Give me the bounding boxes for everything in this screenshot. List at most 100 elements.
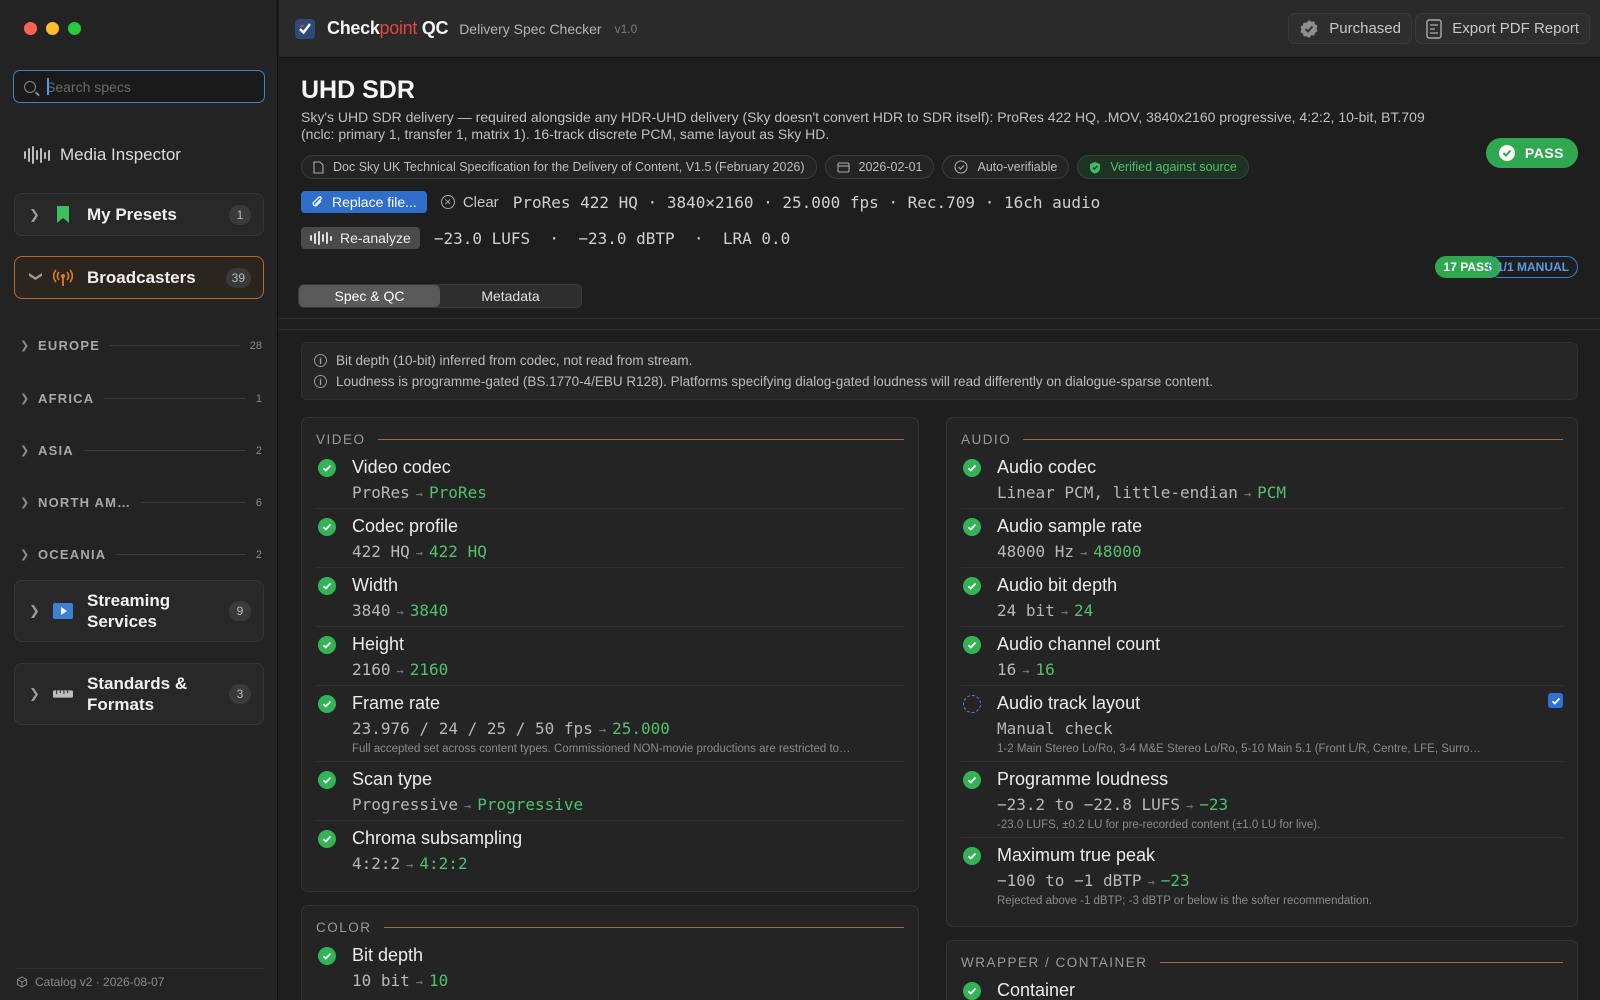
my-presets-group[interactable]: ❯ My Presets 1: [14, 193, 264, 236]
check-note: Rejected above -1 dBTP; -3 dBTP or below…: [997, 895, 1373, 907]
standards-formats-label: Standards & Formats: [87, 674, 188, 714]
region-asia[interactable]: ❯ ASIA 2: [20, 443, 262, 458]
file-summary: ProRes 422 HQ · 3840×2160 · 25.000 fps ·…: [512, 192, 1101, 212]
check-values: −23.2 to −22.8 LUFS → −23: [997, 795, 1537, 814]
pass-check-icon: [963, 771, 981, 789]
purchased-button[interactable]: Purchased: [1288, 13, 1412, 44]
check-item: Audio channel count 16 → 16: [961, 634, 1563, 686]
expected-value: 422 HQ: [429, 542, 487, 561]
check-name: Codec profile: [352, 516, 459, 536]
manual-confirm-checkbox[interactable]: [1548, 693, 1563, 708]
note-item: i Bit depth (10-bit) inferred from codec…: [314, 350, 1565, 371]
search-box[interactable]: [13, 70, 265, 103]
arrow-right-icon: →: [415, 975, 424, 989]
wrapper-section: WRAPPER / CONTAINER Container: [946, 940, 1578, 1000]
info-icon: i: [314, 354, 327, 367]
check-name: Audio codec: [997, 457, 1097, 477]
broadcasters-group[interactable]: ❯ Broadcasters 39: [14, 256, 264, 299]
pass-check-icon: [318, 459, 336, 477]
document-icon: [313, 160, 324, 174]
streaming-services-group[interactable]: ❯ Streaming Services 9: [14, 580, 264, 642]
check-item-body: Height 2160 → 2160: [352, 634, 448, 679]
manual-count-badge[interactable]: 1/1 MANUAL: [1487, 256, 1578, 278]
chevron-right-icon: ❯: [20, 549, 30, 561]
pass-check-icon: [318, 695, 336, 713]
pass-check-icon: [963, 518, 981, 536]
arrow-right-icon: →: [396, 664, 404, 678]
section-header: WRAPPER / CONTAINER: [961, 955, 1563, 970]
media-inspector-link[interactable]: Media Inspector: [24, 145, 181, 165]
pass-check-icon: [318, 518, 336, 536]
tab-spec-qc[interactable]: Spec & QC: [299, 285, 440, 307]
check-item: Audio bit depth 24 bit → 24: [961, 575, 1563, 627]
tab-metadata[interactable]: Metadata: [440, 285, 581, 307]
re-analyze-button[interactable]: Re-analyze: [301, 227, 420, 249]
divider: [116, 554, 246, 555]
region-europe[interactable]: ❯ EUROPE 28: [20, 338, 262, 353]
region-oceania[interactable]: ❯ OCEANIA 2: [20, 547, 262, 562]
actual-value: 4:2:2: [352, 854, 401, 873]
shield-check-icon: [1090, 161, 1101, 173]
analysis-notes: i Bit depth (10-bit) inferred from codec…: [301, 342, 1578, 400]
antenna-icon: [53, 268, 73, 287]
arrow-right-icon: →: [1186, 799, 1194, 813]
divider: [104, 398, 246, 399]
arrow-right-icon: →: [406, 858, 414, 872]
report-icon: [1426, 18, 1442, 39]
check-item: Codec profile 422 HQ → 422 HQ: [316, 516, 904, 568]
standards-formats-group[interactable]: ❯ Standards & Formats 3: [14, 663, 264, 725]
replace-file-button[interactable]: Replace file...: [301, 191, 427, 213]
check-item-body: Width 3840 → 3840: [352, 575, 448, 620]
check-values: 24 bit → 24: [997, 601, 1117, 620]
cube-icon: [17, 976, 27, 988]
region-count: 2: [255, 548, 262, 561]
window-controls: [24, 22, 81, 35]
minimize-window-button[interactable]: [46, 22, 59, 35]
audio-section: AUDIO Audio codec Linear PCM, little-endi…: [946, 417, 1578, 927]
check-name: Audio channel count: [997, 634, 1161, 654]
check-values: 16 → 16: [997, 660, 1160, 679]
pass-check-icon: [318, 830, 336, 848]
catalog-version: Catalog v2 · 2026-08-07: [16, 968, 264, 989]
divider: [279, 318, 1600, 319]
section-header: VIDEO: [316, 432, 904, 447]
check-name: Audio bit depth: [997, 575, 1118, 595]
streaming-services-label: Streaming Services: [87, 591, 171, 631]
doc-tag[interactable]: Doc Sky UK Technical Specification for t…: [301, 155, 817, 179]
title-bar: Checkpoint QC Delivery Spec Checker v1.0…: [279, 0, 1600, 58]
region-count: 1: [255, 392, 262, 405]
pass-check-icon: [963, 459, 981, 477]
region-africa[interactable]: ❯ AFRICA 1: [20, 391, 262, 406]
check-values: ProRes → ProRes: [352, 483, 487, 502]
expected-value: PCM: [1257, 483, 1286, 502]
spec-description: Sky's UHD SDR delivery — required alongs…: [301, 109, 1425, 142]
view-tabs: Spec & QC Metadata: [298, 284, 582, 308]
close-window-button[interactable]: [24, 22, 37, 35]
search-input[interactable]: [46, 78, 246, 95]
check-note: -23.0 LUFS, ±0.2 LU for pre-recorded con…: [997, 819, 1321, 831]
pass-check-icon: [963, 982, 981, 1000]
arrow-right-icon: →: [396, 605, 404, 619]
region-label: ASIA: [38, 443, 74, 458]
actual-value: Progressive: [352, 795, 458, 814]
export-label: Export PDF Report: [1452, 20, 1579, 37]
check-item-body: Programme loudness −23.2 to −22.8 LUFS → −2…: [997, 769, 1537, 831]
section-header: AUDIO: [961, 432, 1563, 447]
export-pdf-button[interactable]: Export PDF Report: [1415, 13, 1590, 44]
region-north-america[interactable]: ❯ NORTH AM… 6: [20, 495, 262, 510]
pass-check-icon: [318, 947, 336, 965]
check-values: 10 bit → 10: [352, 971, 448, 990]
spec-title: UHD SDR: [301, 76, 415, 104]
zoom-window-button[interactable]: [68, 22, 81, 35]
clear-button[interactable]: ✕ Clear: [440, 194, 499, 211]
waveform-icon: [310, 231, 332, 245]
check-values: 23.976 / 24 / 25 / 50 fps → 25.000: [352, 719, 892, 738]
verified-tag: Verified against source: [1077, 155, 1249, 179]
check-item: Height 2160 → 2160: [316, 634, 904, 686]
check-values: 422 HQ → 422 HQ: [352, 542, 487, 561]
region-count: 28: [249, 339, 262, 352]
arrow-right-icon: →: [1022, 664, 1030, 678]
auto-verifiable-tag: Auto-verifiable: [942, 155, 1070, 179]
broadcasters-label: Broadcasters: [87, 268, 196, 287]
check-values: Linear PCM, little-endian → PCM: [997, 483, 1286, 502]
